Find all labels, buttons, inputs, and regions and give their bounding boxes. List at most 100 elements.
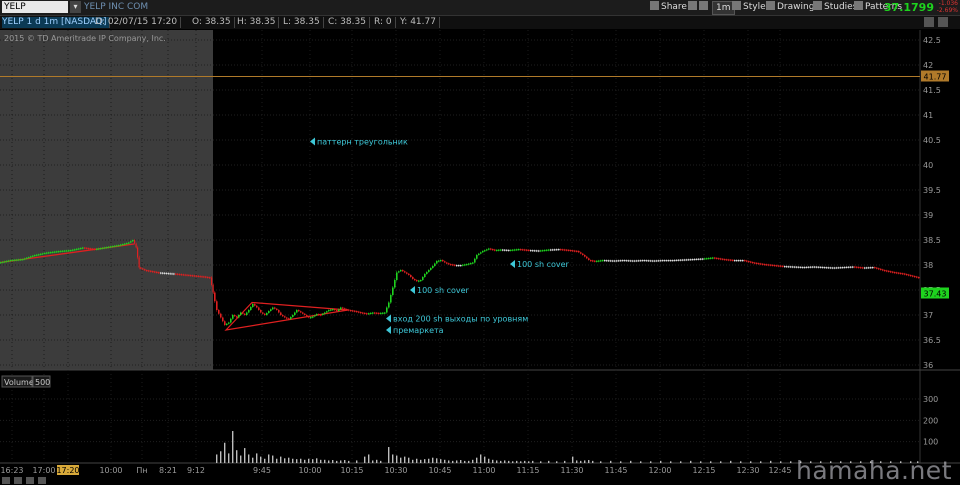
candle [134,240,136,244]
candle [205,276,207,278]
candle [195,275,198,277]
candle [768,264,770,266]
y-tick-label: 40 [923,161,933,170]
candle [450,264,452,266]
candle [216,301,218,310]
volume-bar [224,442,226,463]
zoom-in-button[interactable] [26,477,34,484]
candle [630,260,632,262]
reset-zoom-button[interactable] [38,477,46,484]
candle [650,260,652,262]
volume-bar [472,459,474,463]
candle [242,312,244,314]
reference-price-label: 41.77 [924,73,947,82]
y-tick-label: 41.5 [923,86,941,95]
candle [698,258,700,260]
candle [110,246,112,248]
volume-bar [388,447,390,463]
candle [22,259,24,261]
candle [552,249,554,251]
candle [80,247,82,250]
candle [374,312,376,314]
x-tick-label: 12:45 [768,466,791,475]
candle [916,276,918,278]
candle [368,313,370,315]
y-tick-label: 42 [923,61,933,70]
candle [534,250,536,252]
candle [144,269,146,271]
candle [644,260,646,262]
candle [238,315,240,318]
x-tick-label: 12:30 [736,466,759,475]
candle [332,309,334,311]
candle [844,266,846,269]
candle [274,307,276,309]
volume-bar [488,458,490,463]
candle [260,310,262,313]
candle [680,259,682,261]
candle [738,260,740,262]
candle [212,285,214,293]
candle [792,266,794,268]
x-tick-label: 11:30 [560,466,583,475]
candle [870,267,872,269]
candle [730,259,732,261]
candle [632,260,634,262]
triangle-outline [224,301,349,331]
candle [66,250,68,252]
candle [558,249,560,251]
candle [714,257,716,259]
candle [46,252,48,254]
candle [702,258,704,260]
volume-bar [464,460,466,463]
candle [394,280,396,288]
candle [326,311,328,313]
zoom-out-button[interactable] [14,477,22,484]
candle [672,260,674,262]
volume-bar [588,460,590,463]
volume-bar [412,459,414,463]
candle [766,264,768,266]
candle [122,244,124,246]
volume-bar [272,455,274,463]
candle [428,270,430,272]
scroll-left-button[interactable] [2,477,10,484]
volume-bar [670,461,672,463]
candle [692,259,694,261]
candle [602,260,604,262]
candle [476,255,478,259]
candle [542,250,544,252]
x-tick-label: 10:15 [340,466,363,475]
candle [752,262,754,264]
candle [150,270,152,272]
candle [96,248,98,250]
candle [708,257,710,260]
candle [876,267,878,269]
volume-bar [584,460,586,463]
candle [722,258,724,260]
volume-bar [524,460,526,463]
candle [140,267,142,269]
candle [426,272,428,274]
candle [8,260,10,262]
candle [90,248,92,250]
candle [26,257,28,259]
candle [0,262,2,264]
candle [193,275,196,277]
candle [756,262,758,264]
x-tick-label: 12:00 [648,466,671,475]
volume-bar [780,461,782,463]
candle [404,271,406,273]
candle [156,271,158,273]
candle [135,243,137,248]
candle [116,245,118,247]
candle [654,260,656,262]
candle [660,260,662,262]
volume-bar [252,457,254,463]
candle [746,260,748,262]
candle [806,266,808,268]
candle [132,240,134,242]
candle [754,262,756,264]
volume-bar [312,459,314,463]
candle [784,266,786,268]
